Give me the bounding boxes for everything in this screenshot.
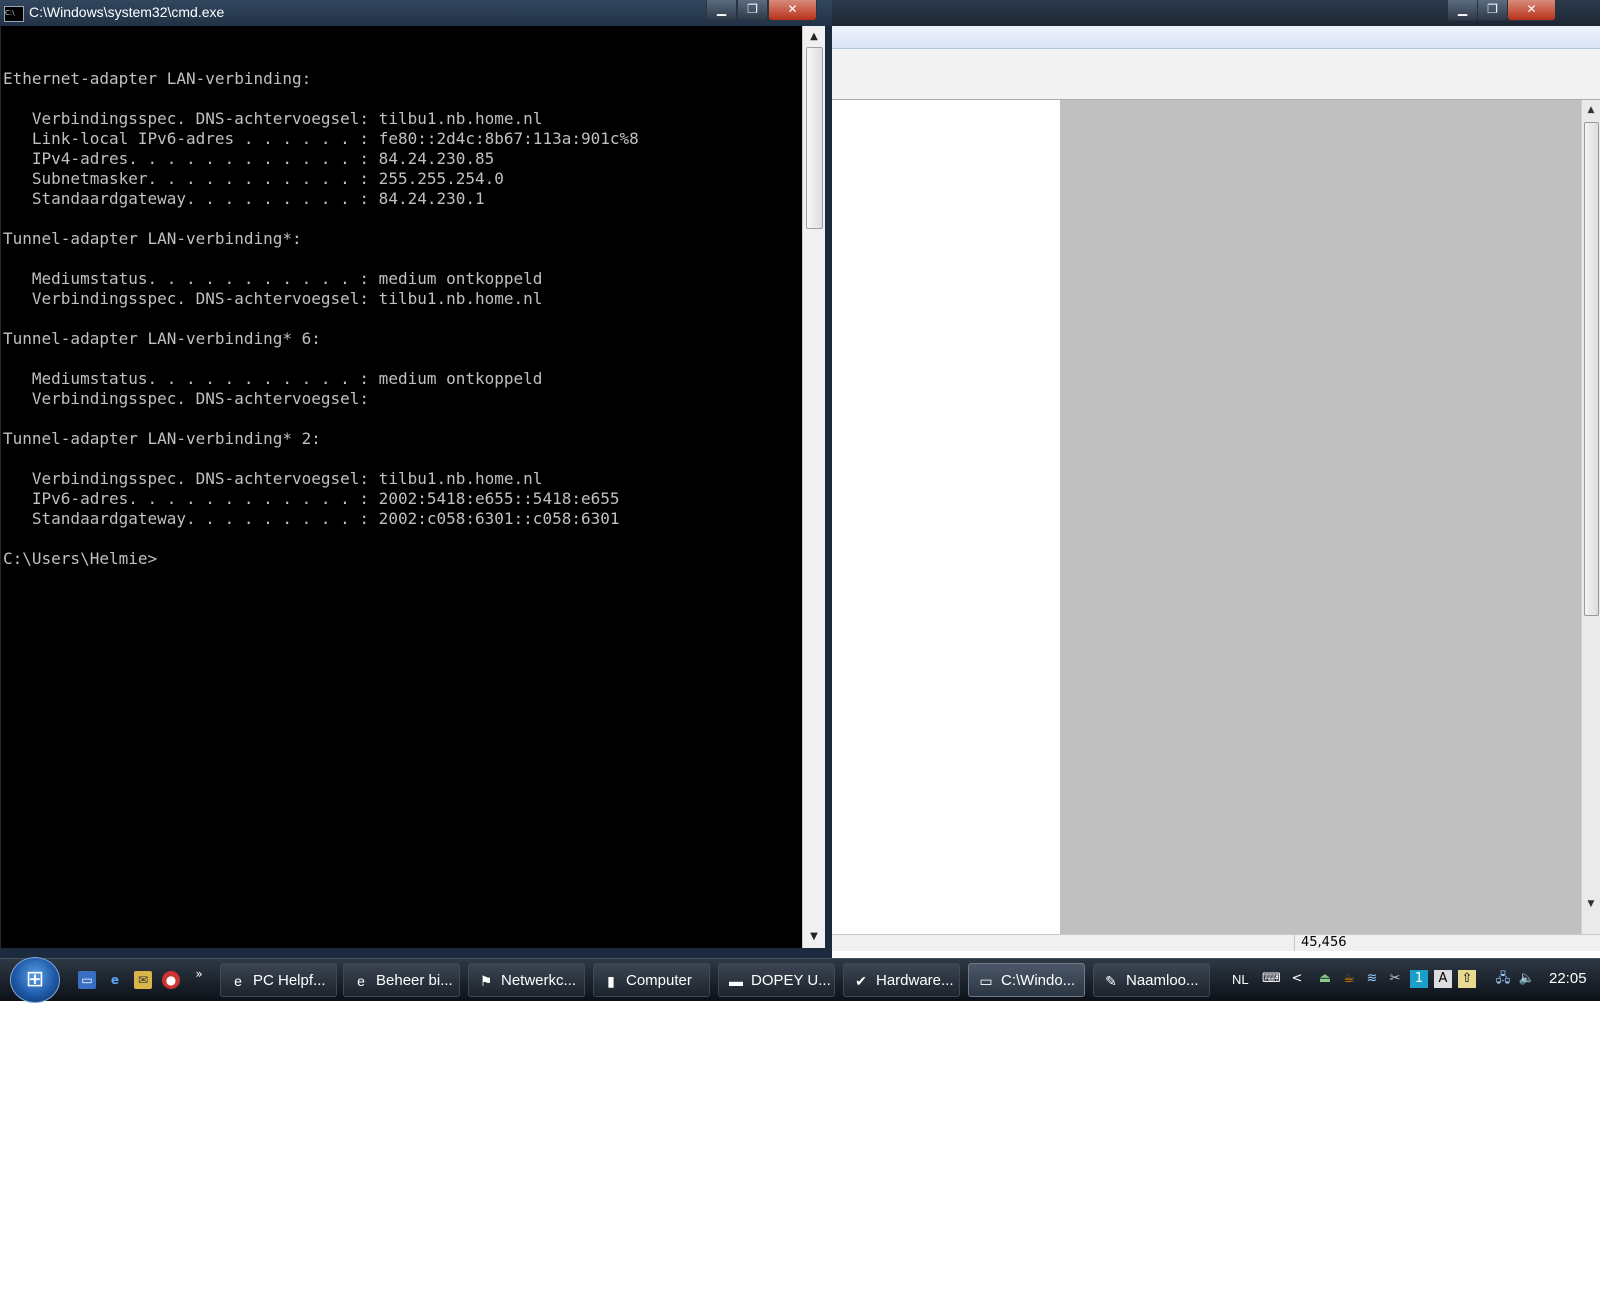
taskbar-button-2[interactable]: e Beheer bi... <box>343 963 460 997</box>
internet-explorer-icon[interactable]: e <box>106 971 124 989</box>
folder-icon: ▮ <box>607 973 615 989</box>
paint-vertical-scrollbar[interactable]: ▲ ▼ <box>1581 100 1600 934</box>
paint-scroll-thumb[interactable] <box>1584 122 1599 616</box>
taskbar-button-label: Computer <box>626 972 692 989</box>
console-text: Ethernet-adapter LAN-verbinding: Verbind… <box>3 69 639 568</box>
cmd-scroll-up-icon[interactable]: ▲ <box>803 28 825 46</box>
taskbar-button-7[interactable]: ▭ C:\Windo... <box>968 963 1085 997</box>
taskbar-button-label: C:\Windo... <box>1001 972 1076 989</box>
cmd-restore-button[interactable]: ❐ <box>737 0 768 21</box>
taskbar: ⊞ ▭ e ✉ ● » e PC Helpf... e Beheer bi... ⚑ Ne… <box>0 957 1600 1003</box>
paint-titlebar[interactable]: ▁ ❐ ✕ <box>814 0 1600 26</box>
cmd-vertical-scrollbar[interactable]: ▲ ▼ <box>802 26 825 948</box>
taskbar-button-8[interactable]: ✎ Naamloo... <box>1093 963 1210 997</box>
tray-chevron-icon[interactable]: < <box>1288 970 1306 988</box>
cmd-minimize-button[interactable]: ▁ <box>706 0 737 21</box>
taskbar-button-4[interactable]: ▮ Computer <box>593 963 710 997</box>
paint-menu-strip[interactable] <box>814 26 1600 49</box>
keyboard-icon[interactable]: ⌨ <box>1262 970 1281 988</box>
cmd-window: C:\ C:\Windows\system32\cmd.exe ▁ ❐ ✕ Et… <box>0 0 832 958</box>
cmd-scroll-down-icon[interactable]: ▼ <box>803 928 825 946</box>
paint-scroll-up-icon[interactable]: ▲ <box>1582 102 1600 118</box>
paint-icon: ✎ <box>1105 973 1117 989</box>
cmd-window-frame <box>0 948 832 958</box>
console-output[interactable]: Ethernet-adapter LAN-verbinding: Verbind… <box>1 26 802 948</box>
internet-explorer-icon: e <box>357 973 365 989</box>
taskbar-button-label: Netwerkc... <box>501 972 577 989</box>
cmd-titlebar[interactable]: C:\ C:\Windows\system32\cmd.exe ▁ ❐ ✕ <box>0 0 832 26</box>
cmd-scroll-thumb[interactable] <box>806 47 823 229</box>
cmd-icon: ▭ <box>979 973 993 989</box>
paint-close-button[interactable]: ✕ <box>1507 0 1556 21</box>
language-indicator[interactable]: NL <box>1232 972 1249 987</box>
safely-remove-icon[interactable]: ⏏ <box>1316 970 1334 988</box>
taskbar-button-label: Beheer bi... <box>376 972 453 989</box>
show-desktop-icon[interactable]: ▭ <box>78 971 96 989</box>
taskbar-button-label: DOPEY U... <box>751 972 831 989</box>
network-icon: ⚑ <box>479 973 493 989</box>
cmd-window-icon[interactable]: C:\ <box>4 6 24 22</box>
volume-icon[interactable]: 🔈 <box>1518 970 1536 988</box>
quicklaunch-more-icon[interactable]: » <box>190 965 208 983</box>
cmd-window-title: C:\Windows\system32\cmd.exe <box>29 4 225 20</box>
wireless-icon[interactable]: ≋ <box>1363 970 1381 988</box>
taskbar-button-1[interactable]: e PC Helpf... <box>220 963 337 997</box>
paint-canvas-area <box>814 100 1582 934</box>
paint-canvas[interactable] <box>814 100 1060 934</box>
cursor-coordinates: 45,456 <box>1294 935 1347 951</box>
taskbar-button-label: PC Helpf... <box>253 972 326 989</box>
network-status-icon[interactable]: 🖧 <box>1494 970 1512 988</box>
taskbar-button-5[interactable]: ▬ DOPEY U... <box>718 963 835 997</box>
media-icon[interactable]: ● <box>162 971 180 989</box>
cmd-close-button[interactable]: ✕ <box>768 0 817 21</box>
paint-minimize-button[interactable]: ▁ <box>1447 0 1478 21</box>
taskbar-button-6[interactable]: ✔ Hardware... <box>843 963 960 997</box>
tool-icon[interactable]: ✂ <box>1386 970 1404 988</box>
java-icon[interactable]: ☕ <box>1340 970 1358 988</box>
windows-logo-icon: ⊞ <box>25 967 45 992</box>
paint-toolbar[interactable] <box>814 49 1600 100</box>
hardware-icon: ✔ <box>855 973 867 989</box>
tray-app-icon-1[interactable]: 1 <box>1410 970 1428 988</box>
taskbar-button-label: Hardware... <box>876 972 954 989</box>
tray-app-icon-update[interactable]: ⇧ <box>1458 970 1476 988</box>
outlook-icon[interactable]: ✉ <box>134 971 152 989</box>
paint-window: ▁ ❐ ✕ ▲ ▼ 45,456 <box>814 0 1600 951</box>
taskbar-button-label: Naamloo... <box>1126 972 1199 989</box>
tray-app-icon-a[interactable]: A <box>1434 970 1452 988</box>
taskbar-button-3[interactable]: ⚑ Netwerkc... <box>468 963 585 997</box>
start-button[interactable]: ⊞ <box>10 957 60 1003</box>
drive-icon: ▬ <box>729 973 743 989</box>
clock[interactable]: 22:05 <box>1549 970 1587 987</box>
paint-statusbar: 45,456 <box>814 934 1600 951</box>
paint-restore-button[interactable]: ❐ <box>1477 0 1508 21</box>
internet-explorer-icon: e <box>234 973 242 989</box>
paint-scroll-down-icon[interactable]: ▼ <box>1582 896 1600 912</box>
